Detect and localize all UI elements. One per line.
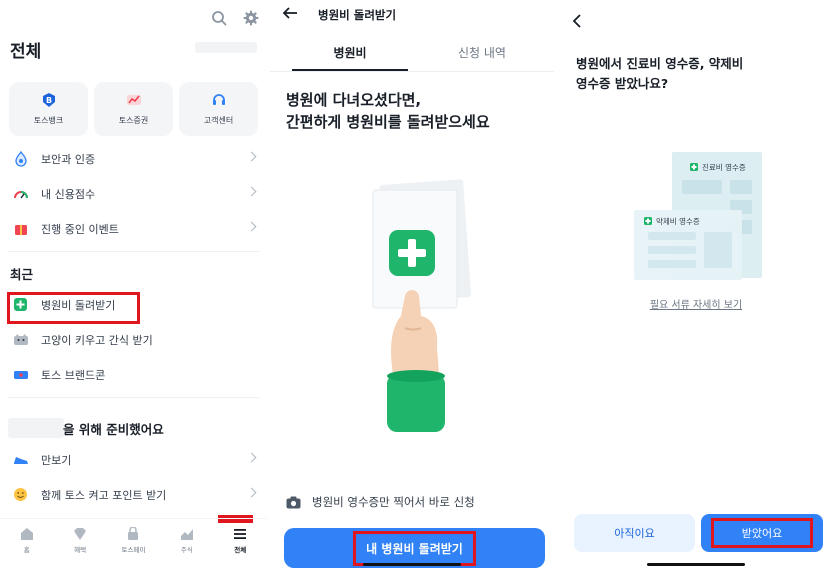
tab-tosspay[interactable]: 토스페이 [111,527,156,554]
menu-item-events[interactable]: 진행 중인 이벤트 [0,211,267,246]
divider [8,397,259,398]
home-icon [20,528,33,540]
shortcut-grid: B 토스뱅크 토스증권 고객센터 [9,82,258,136]
chevron-right-icon [246,186,257,197]
ticket-icon [12,366,29,383]
divider [8,251,259,252]
recent-item-brandcon[interactable]: 토스 브랜드콘 [0,357,267,392]
chevron-right-icon [246,487,257,498]
headset-icon [212,94,225,105]
recent-section-title: 최근 [10,267,34,282]
tab-hospital-bill[interactable]: 병원비 [292,44,408,61]
headline: 병원에 다녀오셨다면, 간편하게 병원비를 돌려받으세요 [286,89,490,133]
svg-text:B: B [45,96,51,105]
menu-item-label: 토스 브랜드콘 [41,368,106,382]
button-label: 받았어요 [711,518,813,548]
not-yet-button[interactable]: 아직이요 [574,514,695,552]
search-icon[interactable] [211,10,227,30]
required-docs-link[interactable]: 필요 서류 자세히 보기 [560,296,832,311]
shortcut-label: 토스증권 [118,116,149,125]
menu-item-credit-score[interactable]: 내 신용점수 [0,176,267,211]
page-title: 전체 [10,42,42,62]
menu-item-label: 진행 중인 이벤트 [41,222,119,236]
shortcut-label: 토스뱅크 [33,116,64,125]
shortcut-customer-center[interactable]: 고객센터 [179,82,258,136]
tab-benefit[interactable]: 혜택 [58,527,103,554]
shortcut-label: 고객센터 [203,116,234,125]
tab-label: 전체 [234,546,247,554]
question-title: 병원에서 진료비 영수증, 약제비 영수증 받았나요? [576,54,743,94]
sneaker-icon [12,451,29,468]
back-chevron-icon[interactable] [572,13,582,33]
highlight-box [7,292,140,324]
menu-item-label: 내 신용점수 [41,187,96,201]
hand-holding-card-illustration [365,178,475,442]
button-label: 내 병원비 돌려받기 [353,530,476,566]
back-arrow-icon[interactable] [282,5,298,24]
tab-label: 홈 [23,546,30,554]
smile-icon [12,486,29,503]
chevron-right-icon [246,221,257,232]
headline-line: 병원에 다녀오셨다면, [286,91,422,109]
question-line: 영수증 받았나요? [576,76,669,91]
prepared-section-title: 을 위해 준비했어요 [63,422,164,437]
shortcut-toss-securities[interactable]: 토스증권 [94,82,173,136]
prepared-list: 만보기 함께 토스 켜고 포인트 받기 [0,442,267,512]
chevron-right-icon [246,452,257,463]
menu-item-label: 고양이 키우고 간식 받기 [41,333,153,347]
stock-chart-icon [180,529,193,540]
received-button[interactable]: 받았어요 [701,514,823,552]
menu-icon [234,529,247,539]
headline-line: 간편하게 병원비를 돌려받으세요 [286,113,490,131]
page-title: 병원비 돌려받기 [318,7,397,22]
tab-label: 토스페이 [121,546,146,554]
prepared-item-points[interactable]: 함께 토스 켜고 포인트 받기 [0,477,267,512]
security-icon [12,150,29,167]
shortcut-toss-bank[interactable]: B 토스뱅크 [9,82,88,136]
credit-gauge-icon [12,185,29,202]
get-refund-button[interactable]: 내 병원비 돌려받기 [284,528,545,568]
active-tab-indicator [292,69,408,71]
toss-bank-icon: B [42,93,55,107]
doc-back-title: 진료비 영수증 [702,162,746,172]
toss-securities-icon [126,95,141,105]
receipt-note: 병원비 영수증만 찍어서 바로 신청 [286,494,475,510]
header: 병원비 돌려받기 [282,5,396,24]
redacted-area [8,418,64,438]
tab-application-history[interactable]: 신청 내역 [424,44,540,61]
recent-item-cat[interactable]: 고양이 키우고 간식 받기 [0,322,267,357]
doc-front-title: 약제비 영수증 [656,216,700,226]
camera-icon [286,496,301,508]
cat-icon [12,331,29,348]
bottom-tab-bar: 홈 혜택 토스페이 주식 전체 [0,518,267,564]
prepared-item-pedometer[interactable]: 만보기 [0,442,267,477]
tab-bar: 병원비 신청 내역 [270,40,554,72]
hospital-refund-intro-screen: 병원비 돌려받기 병원비 신청 내역 병원에 다녀오셨다면, 간편하게 병원비를… [270,0,554,569]
tab-stock[interactable]: 주식 [164,527,209,554]
tab-label: 주식 [180,546,193,554]
redacted-area [195,42,257,53]
home-indicator [363,563,461,566]
settings-list: 보안과 인증 내 신용점수 진행 중인 이벤트 [0,141,267,246]
all-menu-screen: 전체 B 토스뱅크 토스증권 고객센터 보안과 인증 내 신용점수 진행 중인 [0,0,267,569]
chevron-right-icon [246,151,257,162]
receipt-question-screen: 병원에서 진료비 영수증, 약제비 영수증 받았나요? 진료비 영수증 약제비 … [560,0,832,569]
tab-label: 혜택 [74,546,87,554]
tab-home[interactable]: 홈 [4,527,49,554]
note-text: 병원비 영수증만 찍어서 바로 신청 [312,495,475,509]
menu-item-label: 만보기 [41,453,72,467]
home-indicator [647,563,745,566]
receipts-illustration: 진료비 영수증 약제비 영수증 [634,152,764,284]
menu-item-label: 함께 토스 켜고 포인트 받기 [41,488,167,502]
gear-icon[interactable] [243,10,259,30]
question-line: 병원에서 진료비 영수증, 약제비 [576,56,744,71]
menu-item-security[interactable]: 보안과 인증 [0,141,267,176]
tab-all[interactable]: 전체 [218,527,263,554]
shopping-bag-icon [128,527,139,540]
gift-icon [12,220,29,237]
benefit-icon [74,528,87,540]
top-actions [211,10,259,30]
menu-item-label: 보안과 인증 [41,152,96,166]
